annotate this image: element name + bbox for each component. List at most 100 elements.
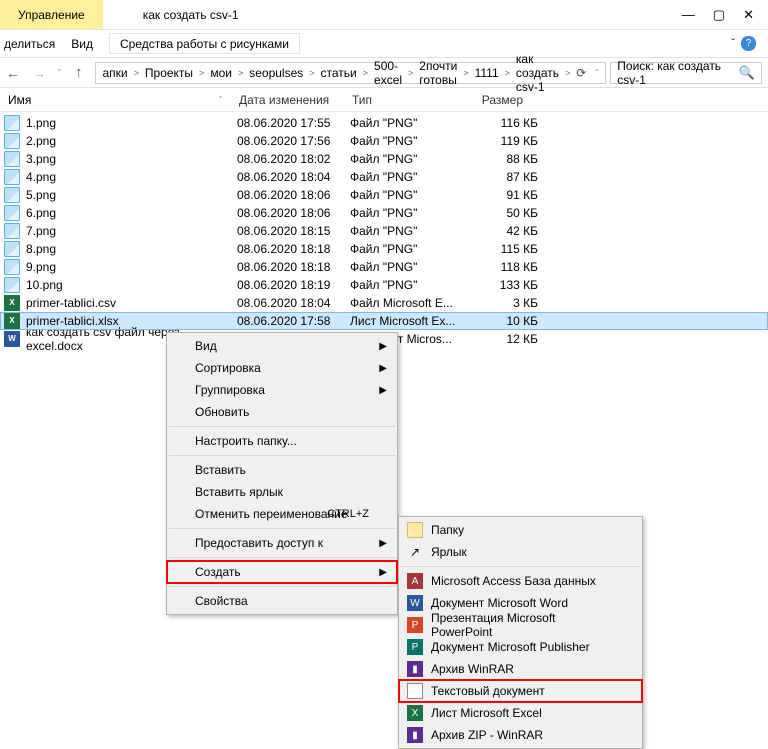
chevron-right-icon: ▶ (379, 538, 387, 549)
menu-item-label: Отменить переименование (195, 507, 348, 521)
menu-item[interactable]: Сортировка▶ (167, 357, 397, 379)
menu-item-label: Свойства (195, 594, 248, 608)
file-icon (4, 331, 20, 347)
menu-item[interactable]: Обновить (167, 401, 397, 423)
file-icon (4, 187, 20, 203)
file-icon (4, 241, 20, 257)
col-type[interactable]: Тип (344, 93, 462, 107)
back-button[interactable]: ← (0, 65, 26, 81)
file-name: 2.png (26, 134, 237, 148)
file-row[interactable]: 1.png08.06.2020 17:55Файл "PNG"116 КБ (0, 114, 768, 132)
file-row[interactable]: 2.png08.06.2020 17:56Файл "PNG"119 КБ (0, 132, 768, 150)
breadcrumb-item[interactable]: 2почти готовы (416, 59, 460, 87)
title-bar: Управление как создать csv-1 — ▢ ✕ (0, 0, 768, 30)
chevron-right-icon: > (131, 68, 142, 78)
menu-separator (169, 586, 395, 587)
file-row[interactable]: primer-tablici.csv08.06.2020 18:04Файл M… (0, 294, 768, 312)
col-name[interactable]: Имяˇ (0, 93, 231, 107)
recent-dropdown[interactable]: ˇ (52, 68, 67, 78)
menu-item[interactable]: Отменить переименованиеCTRL+Z (167, 503, 397, 525)
menu-item-label: Создать (195, 565, 241, 579)
chevron-down-icon[interactable]: ˇ (732, 38, 735, 49)
col-date[interactable]: Дата изменения (231, 93, 344, 107)
file-name: 5.png (26, 188, 237, 202)
submenu-item[interactable]: AMicrosoft Access База данных (399, 570, 642, 592)
breadcrumb-item[interactable]: как создать csv-1 (513, 52, 562, 94)
file-icon (4, 277, 20, 293)
menu-item[interactable]: Вид▶ (167, 335, 397, 357)
breadcrumb-item[interactable]: Проекты (142, 66, 196, 80)
breadcrumb-item[interactable]: апки (100, 66, 131, 80)
submenu-item[interactable]: Текстовый документ (399, 680, 642, 702)
crumb-dropdown-icon[interactable]: ˇ (589, 68, 601, 78)
file-row[interactable]: 4.png08.06.2020 18:04Файл "PNG"87 КБ (0, 168, 768, 186)
ribbon-tab-manage[interactable]: Управление (0, 0, 103, 29)
file-row[interactable]: 10.png08.06.2020 18:19Файл "PNG"133 КБ (0, 276, 768, 294)
file-size: 42 КБ (468, 224, 538, 238)
file-size: 50 КБ (468, 206, 538, 220)
file-row[interactable]: 9.png08.06.2020 18:18Файл "PNG"118 КБ (0, 258, 768, 276)
submenu-item-label: Архив ZIP - WinRAR (431, 728, 543, 742)
chevron-right-icon: > (360, 68, 371, 78)
menu-separator (169, 426, 395, 427)
minimize-button[interactable]: — (682, 7, 695, 23)
chevron-right-icon: ▶ (379, 385, 387, 396)
search-input[interactable]: Поиск: как создать csv-1 🔍 (610, 62, 762, 84)
file-row[interactable]: 7.png08.06.2020 18:15Файл "PNG"42 КБ (0, 222, 768, 240)
breadcrumb-item[interactable]: seopulses (246, 66, 306, 80)
file-icon (4, 169, 20, 185)
file-size: 116 КБ (468, 116, 538, 130)
file-icon (4, 151, 20, 167)
menu-item[interactable]: Предоставить доступ к▶ (167, 532, 397, 554)
file-icon (4, 115, 20, 131)
menu-share[interactable]: делиться (4, 37, 55, 51)
file-type: Файл "PNG" (350, 134, 468, 148)
ribbon-picture-tools[interactable]: Средства работы с рисунками (109, 33, 300, 54)
close-button[interactable]: ✕ (743, 7, 754, 23)
chevron-right-icon: > (502, 68, 513, 78)
breadcrumb-item[interactable]: 500-excel (371, 59, 405, 87)
chevron-right-icon: > (460, 68, 471, 78)
forward-button[interactable]: → (26, 65, 52, 81)
submenu-item[interactable]: PПрезентация Microsoft PowerPoint (399, 614, 642, 636)
submenu-item[interactable]: XЛист Microsoft Excel (399, 702, 642, 724)
file-icon (4, 133, 20, 149)
col-size[interactable]: Размер (462, 93, 532, 107)
submenu-item[interactable]: PДокумент Microsoft Publisher (399, 636, 642, 658)
file-type-icon: P (407, 639, 423, 655)
file-type: Файл "PNG" (350, 170, 468, 184)
menu-item[interactable]: Свойства (167, 590, 397, 612)
file-type-icon: ↗ (407, 544, 423, 560)
help-icon[interactable]: ? (741, 36, 756, 51)
file-date: 08.06.2020 18:19 (237, 278, 350, 292)
menu-item-label: Обновить (195, 405, 249, 419)
refresh-icon[interactable]: ⟳ (573, 66, 589, 80)
file-size: 118 КБ (468, 260, 538, 274)
submenu-item[interactable]: ↗Ярлык (399, 541, 642, 563)
file-row[interactable]: 5.png08.06.2020 18:06Файл "PNG"91 КБ (0, 186, 768, 204)
context-menu: Вид▶Сортировка▶Группировка▶ Обновить Настр… (166, 332, 398, 615)
submenu-item[interactable]: ▮Архив ZIP - WinRAR (399, 724, 642, 746)
file-row[interactable]: 8.png08.06.2020 18:18Файл "PNG"115 КБ (0, 240, 768, 258)
breadcrumb-item[interactable]: мои (207, 66, 235, 80)
file-size: 91 КБ (468, 188, 538, 202)
file-date: 08.06.2020 18:04 (237, 170, 350, 184)
breadcrumb[interactable]: апки>Проекты>мои>seopulses>статьи>500-ex… (95, 62, 607, 84)
submenu-item[interactable]: ▮Архив WinRAR (399, 658, 642, 680)
menu-view[interactable]: Вид (71, 37, 93, 51)
breadcrumb-item[interactable]: статьи (318, 66, 360, 80)
menu-item[interactable]: Создать▶ (167, 561, 397, 583)
file-name: 10.png (26, 278, 237, 292)
file-type: Файл "PNG" (350, 116, 468, 130)
menu-item[interactable]: Настроить папку... (167, 430, 397, 452)
submenu-item-label: Microsoft Access База данных (431, 574, 596, 588)
file-row[interactable]: 6.png08.06.2020 18:06Файл "PNG"50 КБ (0, 204, 768, 222)
menu-item[interactable]: Группировка▶ (167, 379, 397, 401)
sort-arrow-icon: ˇ (219, 95, 222, 105)
menu-separator (169, 455, 395, 456)
submenu-item[interactable]: Папку (399, 519, 642, 541)
breadcrumb-item[interactable]: 1111 (472, 66, 502, 80)
up-button[interactable]: ↑ (67, 64, 91, 81)
maximize-button[interactable]: ▢ (713, 7, 725, 23)
file-row[interactable]: 3.png08.06.2020 18:02Файл "PNG"88 КБ (0, 150, 768, 168)
